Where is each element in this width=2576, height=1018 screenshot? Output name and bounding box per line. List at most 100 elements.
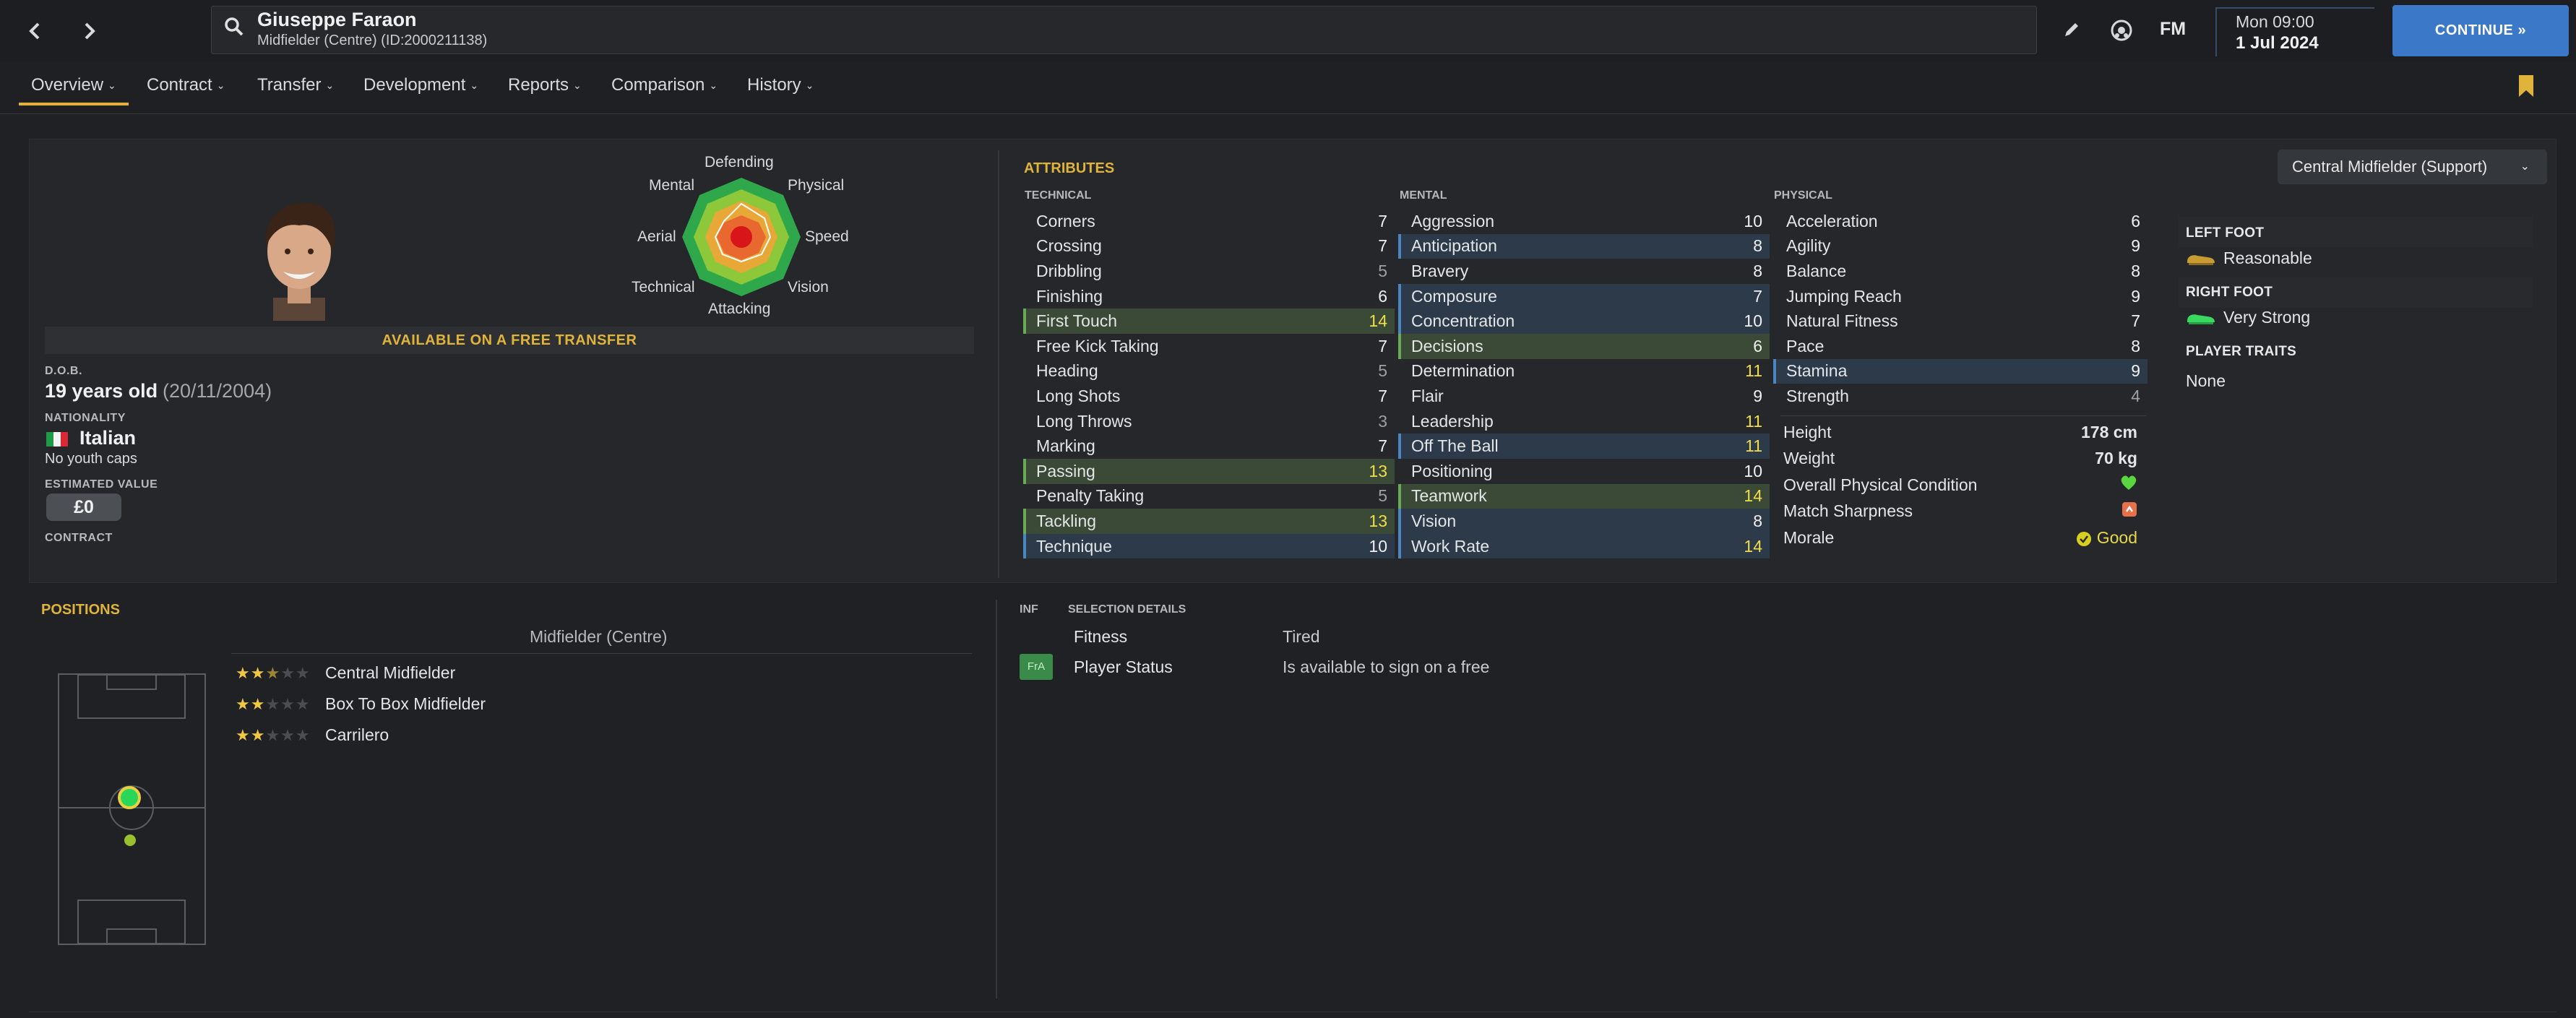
attribute-row-technique[interactable]: Technique 10 <box>1023 533 1395 559</box>
radar-label-technical: Technical <box>632 279 695 296</box>
height-row: Height 178 cm <box>1783 422 2137 441</box>
player-status-label: Player Status <box>1074 657 1173 676</box>
tab-comparison[interactable]: Comparison ⌄ <box>611 75 718 95</box>
right-foot-value: Very Strong <box>2223 308 2311 327</box>
inf-header: INF <box>1020 603 1038 616</box>
radar-label-attacking: Attacking <box>708 301 771 317</box>
mental-attribute-list: Aggression 10 Anticipation 8 Bravery 8 Comp… <box>1398 209 1770 559</box>
attribute-row-vision[interactable]: Vision 8 <box>1398 509 1770 534</box>
attribute-row-flair[interactable]: Flair 9 <box>1398 384 1770 409</box>
attribute-row-composure[interactable]: Composure 7 <box>1398 283 1770 309</box>
attribute-row-long-shots[interactable]: Long Shots 7 <box>1023 384 1395 409</box>
attribute-row-anticipation[interactable]: Anticipation 8 <box>1398 233 1770 259</box>
attribute-row-long-throws[interactable]: Long Throws 3 <box>1023 409 1395 434</box>
attribute-row-penalty-taking[interactable]: Penalty Taking 5 <box>1023 484 1395 509</box>
role-dropdown[interactable]: Central Midfielder (Support) ⌄ <box>2278 150 2547 184</box>
dob-label: D.O.B. <box>45 365 82 377</box>
game-date: 1 Jul 2024 <box>2236 33 2319 53</box>
attribute-row-concentration[interactable]: Concentration 10 <box>1398 309 1770 334</box>
attribute-row-natural-fitness[interactable]: Natural Fitness 7 <box>1773 309 2148 334</box>
sharpness-icon <box>2121 501 2137 522</box>
attribute-row-tackling[interactable]: Tackling 13 <box>1023 509 1395 534</box>
fm-logo[interactable]: FM <box>2160 19 2186 40</box>
sharpness-row[interactable]: Match Sharpness <box>1778 499 2146 525</box>
attributes-title: ATTRIBUTES <box>1024 160 1115 176</box>
morale-row[interactable]: Morale Good <box>1778 525 2146 551</box>
fitness-label: Fitness <box>1074 627 1128 646</box>
attribute-row-crossing[interactable]: Crossing 7 <box>1023 234 1395 259</box>
position-role-row[interactable]: ★★★★★ Box To Box Midfielder <box>236 694 486 714</box>
attribute-row-passing[interactable]: Passing 13 <box>1023 458 1395 484</box>
chevron-down-icon: ⌄ <box>805 79 814 92</box>
tab-contract[interactable]: Contract ⌄ <box>147 75 225 95</box>
secondary-position-marker[interactable] <box>124 834 136 846</box>
bookmark-icon[interactable] <box>2517 75 2535 97</box>
attribute-row-off-the-ball[interactable]: Off The Ball 11 <box>1398 433 1770 459</box>
attribute-row-strength[interactable]: Strength 4 <box>1773 384 2148 409</box>
attribute-row-teamwork[interactable]: Teamwork 14 <box>1398 483 1770 509</box>
attribute-row-positioning[interactable]: Positioning 10 <box>1398 459 1770 484</box>
position-role-row[interactable]: ★★★★★ Carrilero <box>236 725 389 745</box>
attribute-row-free-kick-taking[interactable]: Free Kick Taking 7 <box>1023 334 1395 359</box>
attribute-row-determination[interactable]: Determination 11 <box>1398 359 1770 384</box>
attribute-row-agility[interactable]: Agility 9 <box>1773 234 2148 259</box>
right-foot-boot-icon <box>2186 311 2216 325</box>
attribute-row-first-touch[interactable]: First Touch 14 <box>1023 309 1395 334</box>
tab-overview[interactable]: Overview ⌄ <box>31 75 116 95</box>
attribute-row-corners[interactable]: Corners 7 <box>1023 209 1395 234</box>
continue-button[interactable]: CONTINUE » <box>2392 5 2569 56</box>
attribute-row-leadership[interactable]: Leadership 11 <box>1398 409 1770 434</box>
forward-arrow-icon[interactable] <box>71 13 107 49</box>
chevron-down-icon: ⌄ <box>108 79 116 92</box>
left-foot-label: LEFT FOOT <box>2186 225 2265 241</box>
attribute-row-pace[interactable]: Pace 8 <box>1773 334 2148 359</box>
edit-icon[interactable] <box>2056 16 2085 45</box>
weight-row: Weight 70 kg <box>1783 449 2137 468</box>
attribute-row-stamina[interactable]: Stamina 9 <box>1773 358 2148 384</box>
attribute-row-work-rate[interactable]: Work Rate 14 <box>1398 533 1770 559</box>
attribute-row-jumping-reach[interactable]: Jumping Reach 9 <box>1773 284 2148 309</box>
attribute-row-aggression[interactable]: Aggression 10 <box>1398 209 1770 234</box>
condition-row[interactable]: Overall Physical Condition <box>1778 472 2146 499</box>
tab-reports[interactable]: Reports ⌄ <box>508 75 582 95</box>
double-chevron-icon: » <box>2517 22 2527 38</box>
attribute-row-finishing[interactable]: Finishing 6 <box>1023 284 1395 309</box>
chevron-down-icon: ⌄ <box>325 79 335 92</box>
football-icon[interactable] <box>2107 16 2136 45</box>
free-agent-badge: FrA <box>1020 654 1053 680</box>
attribute-row-marking[interactable]: Marking 7 <box>1023 433 1395 459</box>
search-icon[interactable] <box>223 16 244 38</box>
attribute-row-heading[interactable]: Heading 5 <box>1023 359 1395 384</box>
left-foot-value: Reasonable <box>2223 249 2312 267</box>
chevron-down-icon: ⌄ <box>216 79 225 92</box>
technical-header: TECHNICAL <box>1025 189 1092 202</box>
natural-position-marker[interactable] <box>118 786 141 809</box>
radar-label-aerial: Aerial <box>637 228 676 245</box>
attribute-row-bravery[interactable]: Bravery 8 <box>1398 259 1770 284</box>
attribute-row-balance[interactable]: Balance 8 <box>1773 259 2148 284</box>
physical-divider <box>1780 415 2146 416</box>
game-time: Mon 09:00 <box>2236 12 2314 31</box>
bottom-divider <box>29 1011 2556 1012</box>
position-role-row[interactable]: ★★★★★ Central Midfielder <box>236 663 455 683</box>
tab-history[interactable]: History ⌄ <box>747 75 814 95</box>
physical-info: Height 178 cm Weight 70 kg Overall Physica… <box>1778 419 2146 556</box>
italy-flag-icon <box>46 432 68 447</box>
active-tab-indicator <box>19 103 129 105</box>
attribute-row-acceleration[interactable]: Acceleration 6 <box>1773 209 2148 234</box>
continue-label: CONTINUE <box>2434 22 2514 38</box>
tab-development[interactable]: Development ⌄ <box>363 75 478 95</box>
selection-details-header: SELECTION DETAILS <box>1068 603 1186 616</box>
player-nationality[interactable]: Italian <box>79 427 136 449</box>
left-foot-boot-icon <box>2186 251 2216 266</box>
mental-header: MENTAL <box>1400 189 1447 202</box>
contract-label: CONTRACT <box>45 532 113 544</box>
attribute-row-dribbling[interactable]: Dribbling 5 <box>1023 259 1395 284</box>
tab-transfer[interactable]: Transfer ⌄ <box>257 75 334 95</box>
physical-attribute-list: Acceleration 6 Agility 9 Balance 8 Jumping … <box>1773 209 2148 409</box>
section-divider-bottom <box>996 600 997 998</box>
role-dropdown-label: Central Midfielder (Support) <box>2292 158 2488 176</box>
pitch-diagram[interactable] <box>58 673 206 945</box>
back-arrow-icon[interactable] <box>17 13 53 49</box>
attribute-row-decisions[interactable]: Decisions 6 <box>1398 333 1770 359</box>
